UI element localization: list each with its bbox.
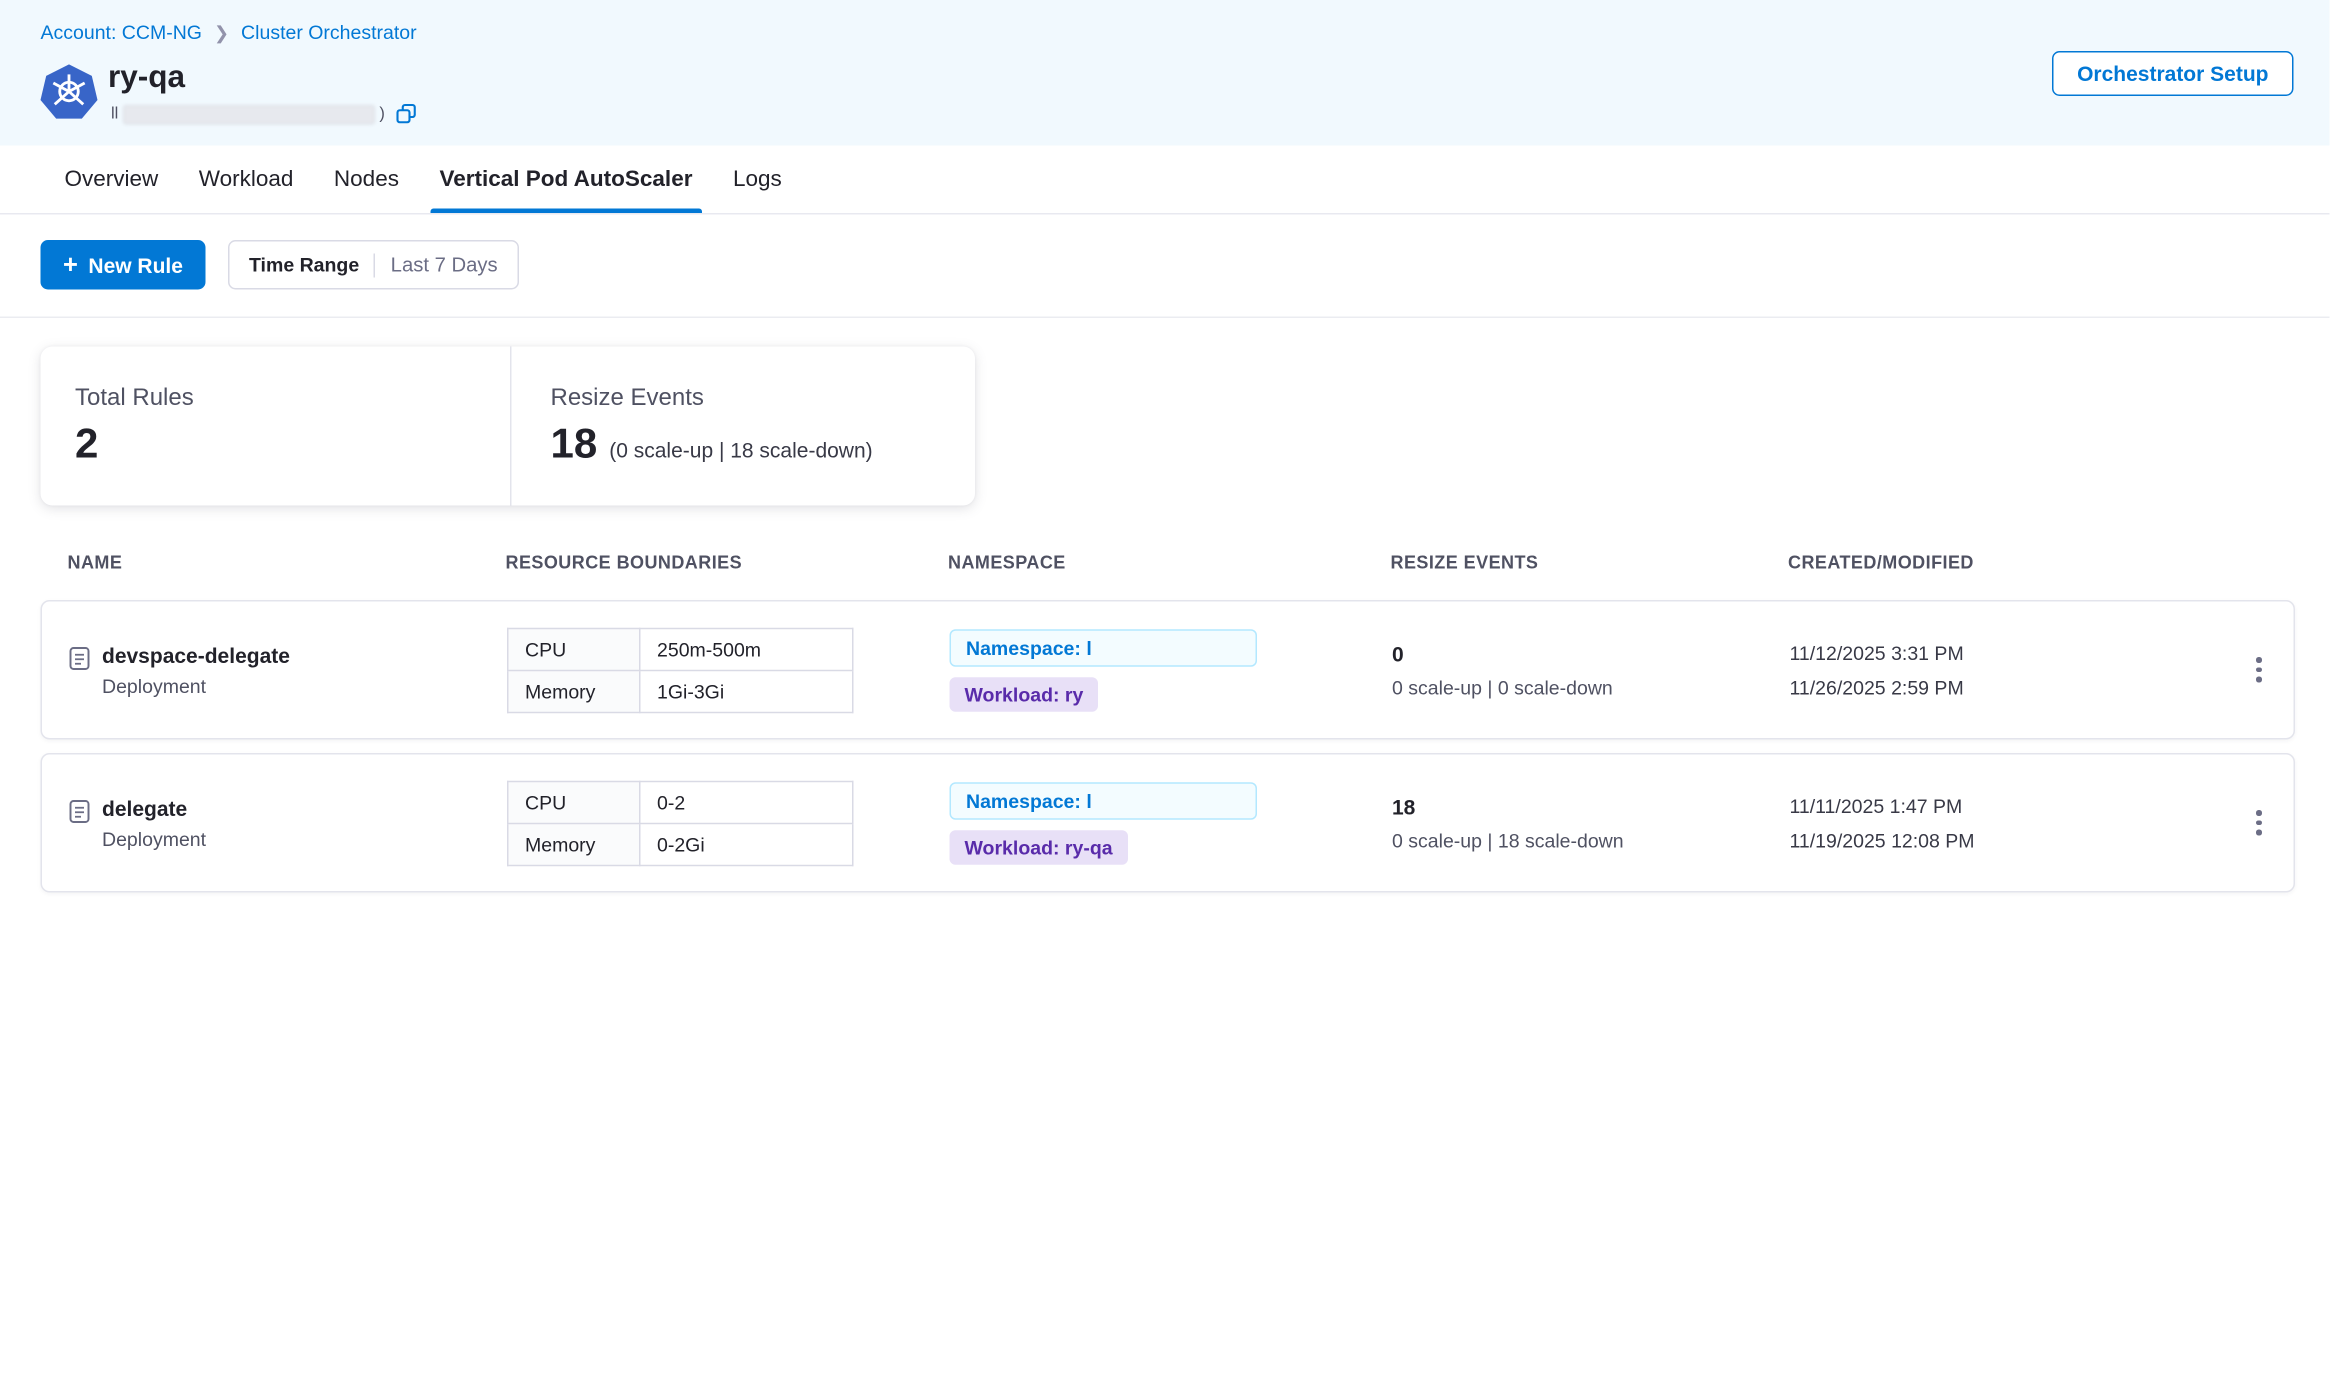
total-rules-label: Total Rules [75, 386, 510, 413]
plus-icon: + [63, 252, 78, 278]
tab-bar: Overview Workload Nodes Vertical Pod Aut… [0, 146, 2330, 215]
table-header: NAME RESOURCE BOUNDARIES NAMESPACE RESIZ… [41, 552, 2296, 585]
kubernetes-helm-icon [41, 63, 98, 120]
namespace-badge[interactable]: Namespace: l [950, 782, 1258, 820]
page: Account: CCM-NG ❯ Cluster Orchestrator r… [0, 0, 2330, 1394]
column-header-created-modified: CREATED/MODIFIED [1788, 552, 1974, 573]
time-range-label: Time Range [249, 254, 359, 277]
created-timestamp: 11/12/2025 3:31 PM [1790, 641, 1964, 664]
page-header: Account: CCM-NG ❯ Cluster Orchestrator r… [0, 0, 2330, 146]
memory-value: 1Gi-3Gi [640, 670, 853, 712]
resize-events-value: 18 [551, 420, 598, 468]
memory-label: Memory [508, 670, 640, 712]
memory-value: 0-2Gi [640, 823, 853, 865]
total-rules-value: 2 [75, 420, 98, 468]
modified-timestamp: 11/26/2025 2:59 PM [1790, 676, 1964, 699]
rule-type: Deployment [102, 674, 290, 697]
tab-logs[interactable]: Logs [733, 146, 782, 214]
table-row: devspace-delegate Deployment CPU 250m-50… [41, 600, 2296, 740]
resize-detail: 0 scale-up | 0 scale-down [1392, 676, 1613, 699]
copy-icon[interactable] [395, 104, 416, 125]
tab-overview[interactable]: Overview [65, 146, 159, 214]
resize-events-detail: (0 scale-up | 18 scale-down) [609, 438, 872, 462]
table-row: delegate Deployment CPU 0-2 Memory 0-2Gi… [41, 753, 2296, 893]
resource-boundaries: CPU 0-2 Memory 0-2Gi [507, 780, 854, 866]
rule-name[interactable]: delegate [102, 796, 206, 820]
kebab-menu-icon[interactable] [2244, 800, 2274, 845]
rule-type: Deployment [102, 827, 206, 850]
divider [0, 317, 2330, 319]
column-header-name: NAME [68, 552, 123, 573]
resource-boundaries: CPU 250m-500m Memory 1Gi-3Gi [507, 627, 854, 713]
breadcrumb-account-link[interactable]: Account: CCM-NG [41, 21, 202, 44]
new-rule-button[interactable]: + New Rule [41, 240, 206, 290]
tab-vertical-pod-autoscaler[interactable]: Vertical Pod AutoScaler [439, 146, 692, 214]
resize-events-stat: Resize Events 18 (0 scale-up | 18 scale-… [510, 347, 975, 506]
summary-card: Total Rules 2 Resize Events 18 (0 scale-… [41, 347, 976, 506]
workload-badge: Workload: ry [950, 677, 1099, 712]
document-icon [69, 799, 90, 850]
breadcrumb: Account: CCM-NG ❯ Cluster Orchestrator [41, 21, 417, 44]
cluster-id-suffix: ) [379, 105, 385, 123]
cpu-value: 250m-500m [640, 628, 853, 670]
workload-badge: Workload: ry-qa [950, 830, 1128, 865]
cluster-id-prefix: ll [111, 105, 118, 123]
cpu-value: 0-2 [640, 781, 853, 823]
resize-count: 18 [1392, 794, 1624, 818]
modified-timestamp: 11/19/2025 12:08 PM [1790, 829, 1975, 852]
column-header-resource-boundaries: RESOURCE BOUNDARIES [506, 552, 743, 573]
chevron-right-icon: ❯ [214, 22, 229, 43]
cluster-id-row: ll ) [111, 104, 416, 125]
cpu-label: CPU [508, 628, 640, 670]
time-range-value: Last 7 Days [391, 254, 498, 277]
page-title: ry-qa [108, 60, 185, 96]
cluster-id-redacted [123, 104, 375, 124]
kebab-menu-icon[interactable] [2244, 647, 2274, 692]
time-range-button[interactable]: Time Range Last 7 Days [228, 240, 519, 290]
resize-events-label: Resize Events [551, 386, 976, 413]
rule-name[interactable]: devspace-delegate [102, 643, 290, 667]
resize-count: 0 [1392, 641, 1613, 665]
tab-workload[interactable]: Workload [199, 146, 294, 214]
orchestrator-setup-button[interactable]: Orchestrator Setup [2052, 51, 2294, 96]
column-header-resize-events: RESIZE EVENTS [1391, 552, 1539, 573]
breadcrumb-section-link[interactable]: Cluster Orchestrator [241, 21, 417, 44]
divider [374, 253, 376, 277]
total-rules-stat: Total Rules 2 [41, 347, 511, 506]
document-icon [69, 646, 90, 697]
tab-nodes[interactable]: Nodes [334, 146, 399, 214]
column-header-namespace: NAMESPACE [948, 552, 1066, 573]
created-timestamp: 11/11/2025 1:47 PM [1790, 794, 1975, 817]
namespace-badge[interactable]: Namespace: l [950, 629, 1258, 667]
new-rule-label: New Rule [88, 253, 183, 277]
resize-detail: 0 scale-up | 18 scale-down [1392, 829, 1624, 852]
memory-label: Memory [508, 823, 640, 865]
cpu-label: CPU [508, 781, 640, 823]
